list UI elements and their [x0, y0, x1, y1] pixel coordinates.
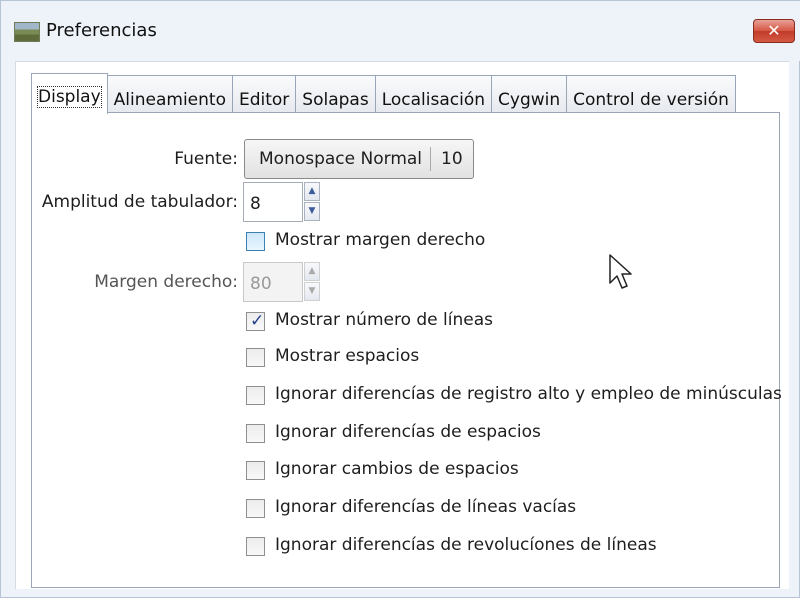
tab-width-input[interactable]: 8 [243, 182, 303, 222]
tab-cygwin[interactable]: Cygwin [491, 75, 568, 113]
tab-display[interactable]: Display [31, 73, 108, 114]
mouse-pointer-icon [609, 254, 632, 289]
tab-width-spinner: 8 ▲ ▼ [243, 182, 321, 222]
checkbox-label: Mostrar margen derecho [275, 230, 486, 250]
tab-label: Display [37, 86, 102, 108]
ignore-whitespace-diff-checkbox[interactable]: Ignorar diferencías de espacios [246, 422, 800, 446]
font-size: 10 [441, 149, 463, 169]
checkbox-box[interactable] [246, 499, 265, 518]
right-margin-input[interactable]: 80 [243, 262, 303, 302]
checkbox-box[interactable] [246, 461, 265, 480]
font-label: Fuente: [174, 149, 238, 169]
right-margin-label: Margen derecho: [94, 272, 238, 292]
tab-bar: Display Alineamiento Editor Solapas Loca… [31, 73, 736, 114]
font-name: Monospace Normal [259, 149, 423, 169]
show-line-numbers-checkbox[interactable]: ✓ Mostrar número de líneas [246, 310, 800, 334]
checkbox-box[interactable]: ✓ [246, 311, 265, 331]
window-title: Preferencias [46, 20, 157, 41]
spin-up-icon[interactable]: ▲ [304, 182, 320, 201]
spin-down-icon[interactable]: ▼ [304, 282, 320, 301]
ignore-line-endings-checkbox[interactable]: Ignorar diferencías de revolucíones de l… [246, 535, 800, 559]
checkbox-label: Ignorar cambios de espacios [275, 459, 519, 479]
tab-control-de-version[interactable]: Control de versión [566, 75, 736, 113]
font-button-divider [430, 147, 431, 171]
ignore-space-changes-checkbox[interactable]: Ignorar cambios de espacios [246, 459, 800, 483]
tab-solapas[interactable]: Solapas [295, 75, 376, 113]
checkbox-box[interactable] [246, 424, 265, 443]
show-spaces-checkbox[interactable]: Mostrar espacios [246, 346, 800, 370]
font-picker-button[interactable]: Monospace Normal 10 [244, 139, 474, 179]
checkbox-label: Ignorar diferencías de espacios [275, 422, 541, 442]
show-right-margin-checkbox[interactable]: Mostrar margen derecho [246, 230, 800, 254]
right-margin-spinner: 80 ▲ ▼ [243, 262, 321, 302]
checkbox-label: Ignorar diferencías de registro alto y e… [275, 384, 782, 404]
landscape-icon [14, 22, 40, 42]
tab-width-label: Amplitud de tabulador: [41, 192, 238, 212]
checkbox-box[interactable] [246, 537, 265, 556]
checkbox-box[interactable] [246, 386, 265, 405]
checkbox-box[interactable] [246, 232, 265, 251]
tab-editor[interactable]: Editor [231, 75, 297, 113]
checkbox-label: Mostrar número de líneas [275, 310, 493, 330]
spin-down-icon[interactable]: ▼ [304, 202, 320, 221]
checkmark-icon: ✓ [250, 311, 265, 331]
spin-up-icon[interactable]: ▲ [304, 262, 320, 281]
tab-alineamiento[interactable]: Alineamiento [106, 75, 233, 113]
checkbox-label: Ignorar diferencías de revolucíones de l… [275, 535, 657, 555]
title-bar[interactable]: Preferencias ✕ [1, 1, 800, 61]
checkbox-label: Mostrar espacios [275, 346, 420, 366]
close-button[interactable]: ✕ [753, 19, 795, 43]
checkbox-box[interactable] [246, 348, 265, 367]
ignore-case-checkbox[interactable]: Ignorar diferencías de registro alto y e… [246, 384, 800, 408]
ignore-blank-lines-checkbox[interactable]: Ignorar diferencías de líneas vacías [246, 497, 800, 521]
checkbox-label: Ignorar diferencías de líneas vacías [275, 497, 577, 517]
tab-localisacion[interactable]: Localisación [374, 75, 493, 113]
